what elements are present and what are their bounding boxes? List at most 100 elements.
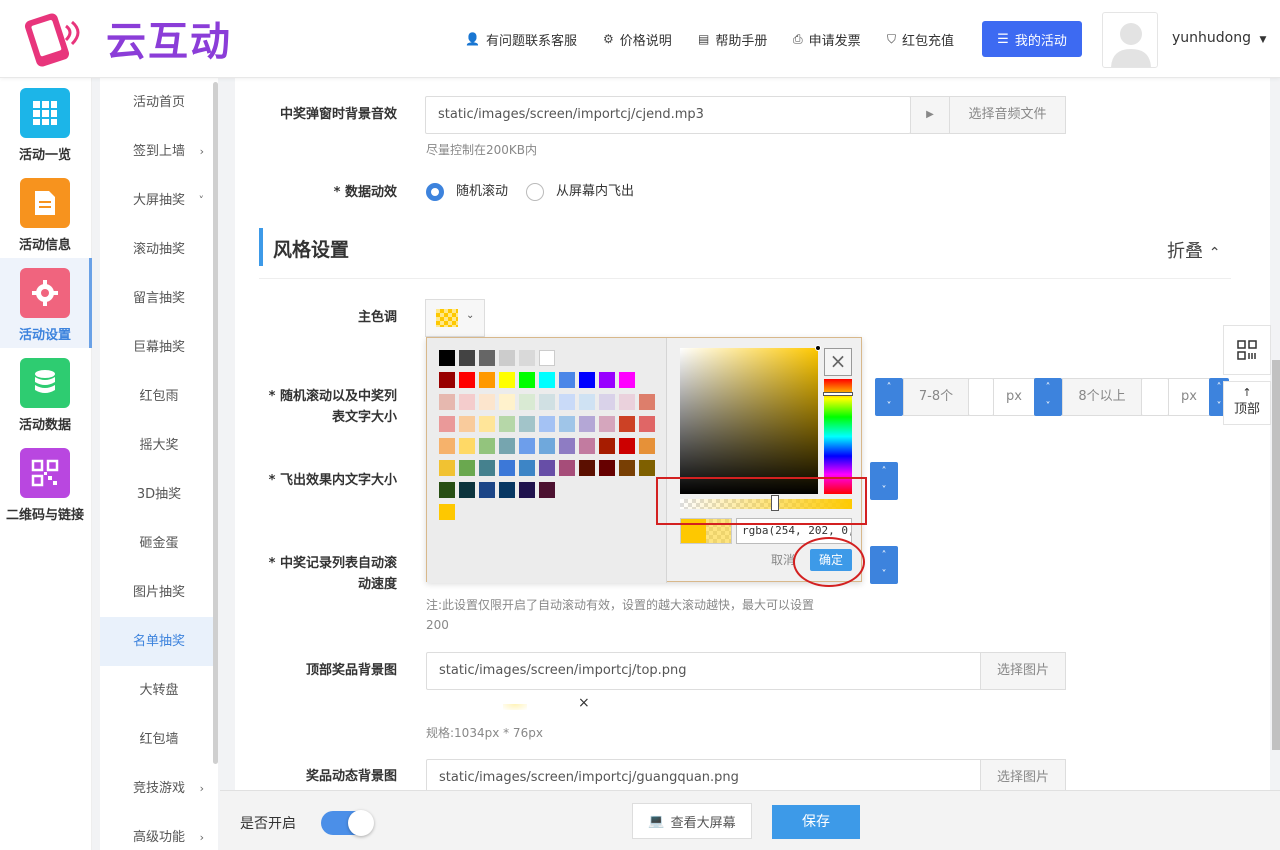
- color-swatch[interactable]: [539, 350, 555, 366]
- color-swatch[interactable]: [619, 394, 635, 410]
- color-swatch[interactable]: [479, 394, 495, 410]
- color-swatch[interactable]: [459, 438, 475, 454]
- color-picker-trigger[interactable]: ⌄: [425, 299, 485, 337]
- page-scrollbar[interactable]: [1272, 360, 1280, 750]
- submenu-item[interactable]: 砸金蛋: [100, 519, 218, 568]
- color-swatch[interactable]: [439, 372, 455, 388]
- nav-manual[interactable]: ▤ 帮助手册: [698, 30, 767, 49]
- submenu-item[interactable]: 签到上墙 ›: [100, 127, 218, 176]
- color-swatch[interactable]: [539, 482, 555, 498]
- spin-stepper[interactable]: ˄ ˅: [870, 462, 898, 500]
- save-button[interactable]: 保存: [772, 805, 860, 839]
- saturation-value-area[interactable]: [680, 345, 821, 494]
- color-swatch[interactable]: [619, 438, 635, 454]
- color-swatch[interactable]: [519, 482, 535, 498]
- submenu-item[interactable]: 活动首页: [100, 78, 218, 127]
- color-swatch[interactable]: [539, 438, 555, 454]
- submenu-scrollbar[interactable]: [213, 82, 218, 764]
- float-grid-button[interactable]: [1223, 325, 1271, 375]
- submenu-item[interactable]: 大屏抽奖 ˅: [100, 176, 218, 225]
- nav-pricing[interactable]: ⚙ 价格说明: [603, 30, 672, 49]
- color-swatch[interactable]: [619, 372, 635, 388]
- color-swatch[interactable]: [579, 416, 595, 432]
- play-button[interactable]: ▶: [910, 96, 950, 134]
- color-swatch[interactable]: [519, 416, 535, 432]
- color-swatch[interactable]: [439, 460, 455, 476]
- color-swatch[interactable]: [459, 372, 475, 388]
- color-swatch[interactable]: [579, 460, 595, 476]
- color-swatch[interactable]: [499, 394, 515, 410]
- color-swatch[interactable]: [439, 482, 455, 498]
- submenu-item[interactable]: 留言抽奖: [100, 274, 218, 323]
- color-swatch[interactable]: [519, 438, 535, 454]
- sidebar-item-qrcode[interactable]: 二维码与链接: [0, 438, 92, 528]
- submenu-item[interactable]: 大转盘: [100, 666, 218, 715]
- submenu-item[interactable]: 竞技游戏 ›: [100, 764, 218, 813]
- color-swatch[interactable]: [579, 394, 595, 410]
- color-swatch[interactable]: [539, 394, 555, 410]
- submenu-item[interactable]: 图片抽奖: [100, 568, 218, 617]
- color-swatch[interactable]: [439, 350, 455, 366]
- hue-handle[interactable]: [823, 392, 853, 396]
- color-swatch[interactable]: [619, 460, 635, 476]
- color-swatch[interactable]: [619, 416, 635, 432]
- color-swatch[interactable]: [439, 438, 455, 454]
- submenu-item[interactable]: 摇大奖: [100, 421, 218, 470]
- color-swatch[interactable]: [539, 372, 555, 388]
- color-swatch[interactable]: [559, 460, 575, 476]
- submenu-item[interactable]: 红包雨: [100, 372, 218, 421]
- color-swatch[interactable]: [579, 438, 595, 454]
- sidebar-item-settings[interactable]: 活动设置: [0, 258, 92, 348]
- color-swatch[interactable]: [479, 372, 495, 388]
- color-swatch[interactable]: [539, 460, 555, 476]
- color-swatch[interactable]: [479, 416, 495, 432]
- color-swatch[interactable]: [479, 482, 495, 498]
- color-swatch[interactable]: [559, 416, 575, 432]
- color-swatch[interactable]: [539, 416, 555, 432]
- spin-stepper[interactable]: ˄ ˅: [1034, 378, 1062, 416]
- color-swatch[interactable]: [499, 460, 515, 476]
- color-swatch[interactable]: [439, 394, 455, 410]
- color-swatch[interactable]: [459, 350, 475, 366]
- color-swatch[interactable]: [519, 394, 535, 410]
- sidebar-item-info[interactable]: 活动信息: [0, 168, 92, 258]
- color-swatch[interactable]: [479, 438, 495, 454]
- username-dropdown[interactable]: yunhudong ▼: [1172, 30, 1266, 46]
- color-swatch[interactable]: [439, 416, 455, 432]
- top-bg-input[interactable]: static/images/screen/importcj/top.png: [426, 652, 982, 690]
- sidebar-item-overview[interactable]: 活动一览: [0, 78, 92, 168]
- color-swatch[interactable]: [599, 416, 615, 432]
- color-swatch[interactable]: [499, 372, 515, 388]
- color-swatch[interactable]: [459, 416, 475, 432]
- back-to-top-button[interactable]: ↑ 顶部: [1223, 381, 1271, 425]
- color-swatch[interactable]: [519, 460, 535, 476]
- color-swatch[interactable]: [599, 438, 615, 454]
- color-swatch[interactable]: [499, 482, 515, 498]
- radio-fly-out[interactable]: [526, 183, 544, 201]
- color-swatch[interactable]: [459, 460, 475, 476]
- view-big-screen-button[interactable]: 💻 查看大屏幕: [632, 803, 752, 839]
- submenu-item[interactable]: 高级功能 ›: [100, 813, 218, 850]
- color-swatch[interactable]: [559, 372, 575, 388]
- color-swatch[interactable]: [519, 350, 535, 366]
- font-size-input-2[interactable]: [968, 378, 994, 416]
- spin-stepper[interactable]: ˄ ˅: [870, 546, 898, 584]
- sv-cursor[interactable]: [815, 345, 821, 351]
- submenu-item[interactable]: 滚动抽奖: [100, 225, 218, 274]
- spin-stepper[interactable]: ˄ ˅: [875, 378, 903, 416]
- color-swatch[interactable]: [639, 394, 655, 410]
- nav-recharge[interactable]: ⛉ 红包充值: [887, 30, 954, 49]
- submenu-item[interactable]: 巨幕抽奖: [100, 323, 218, 372]
- color-swatch[interactable]: [479, 460, 495, 476]
- color-swatch[interactable]: [599, 460, 615, 476]
- color-swatch[interactable]: [439, 504, 455, 520]
- color-swatch[interactable]: [559, 438, 575, 454]
- color-swatch[interactable]: [499, 350, 515, 366]
- color-swatch[interactable]: [459, 482, 475, 498]
- color-swatch[interactable]: [499, 438, 515, 454]
- collapse-toggle[interactable]: 折叠 ⌃: [1167, 237, 1220, 263]
- font-size-input-3[interactable]: [1141, 378, 1169, 416]
- color-swatch[interactable]: [639, 438, 655, 454]
- submenu-item[interactable]: 红包墙: [100, 715, 218, 764]
- choose-audio-button[interactable]: 选择音频文件: [949, 96, 1066, 134]
